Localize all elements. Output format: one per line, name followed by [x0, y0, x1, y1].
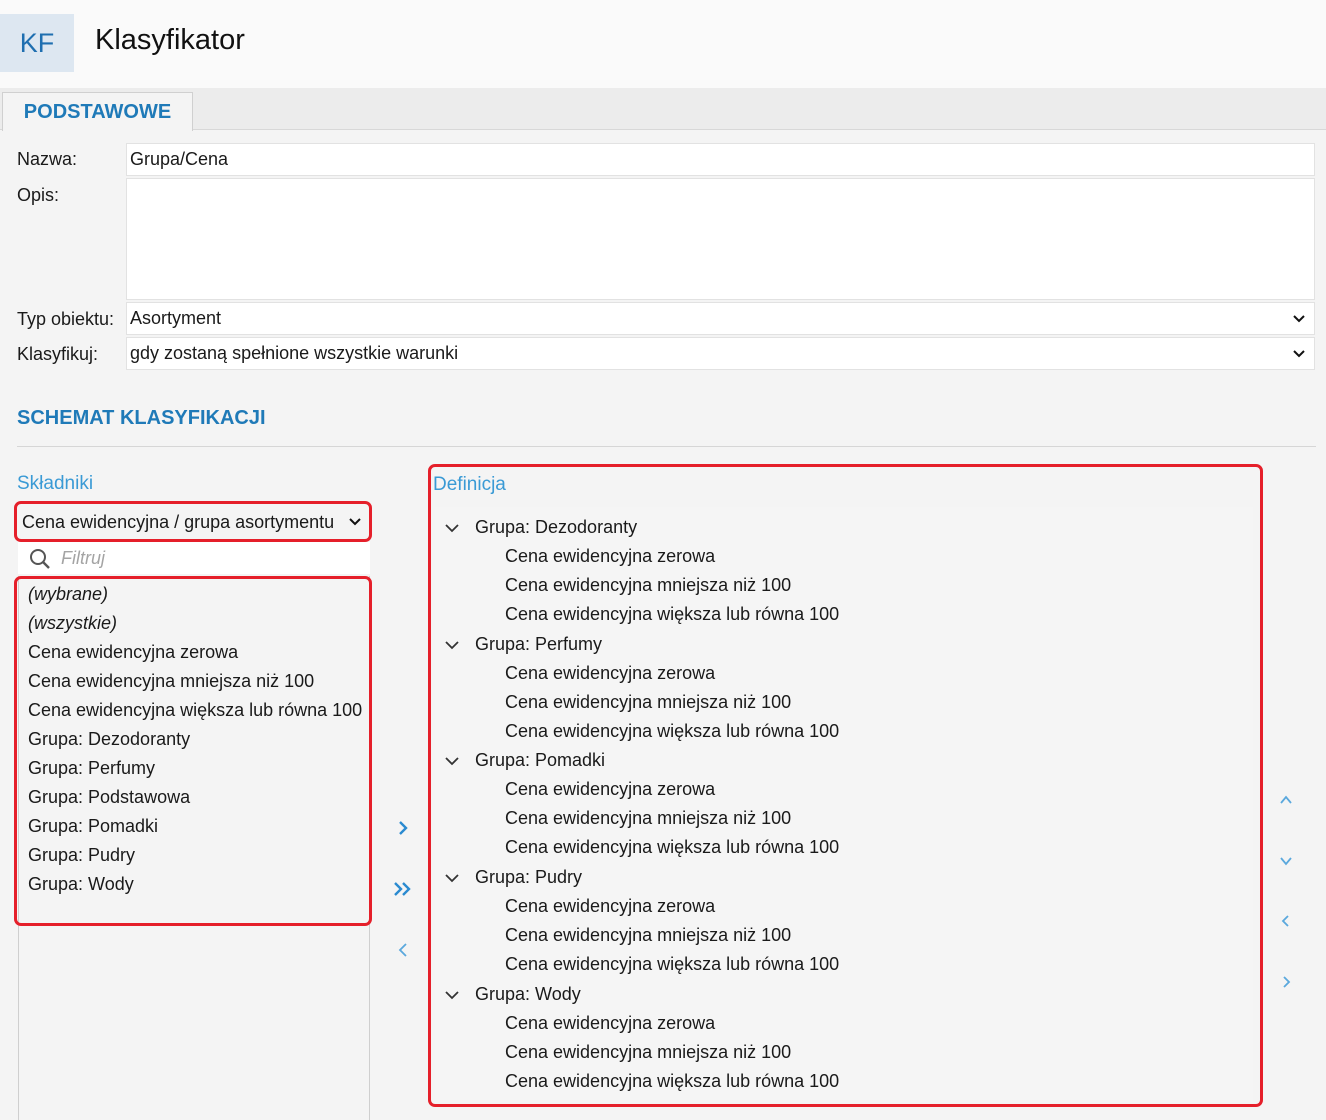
tab-podstawowe[interactable]: PODSTAWOWE — [2, 92, 193, 131]
klasyfikuj-label: Klasyfikuj: — [17, 344, 99, 364]
opis-textarea[interactable] — [126, 178, 1315, 300]
section-title: SCHEMAT KLASYFIKACJI — [17, 407, 266, 429]
move-down-button[interactable] — [1278, 854, 1294, 868]
components-label: Składniki — [17, 473, 94, 494]
typ-obiektu-value: Asortyment — [130, 308, 222, 328]
add-all-button[interactable] — [392, 880, 414, 898]
move-up-button[interactable] — [1278, 793, 1294, 807]
opis-label: Opis: — [17, 185, 60, 205]
highlight-box — [428, 464, 1263, 1107]
typ-obiektu-select[interactable]: Asortyment — [126, 302, 1315, 335]
remove-button[interactable] — [396, 941, 410, 959]
chevron-down-icon — [1293, 349, 1305, 357]
klasyfikuj-select[interactable]: gdy zostaną spełnione wszystkie warunki — [126, 337, 1315, 370]
title-bar: KF Klasyfikator — [0, 0, 1326, 88]
filter-input[interactable]: Filtruj — [18, 542, 370, 574]
typ-obiektu-label: Typ obiektu: — [17, 309, 115, 329]
filter-placeholder: Filtruj — [61, 548, 105, 568]
outdent-button[interactable] — [1278, 913, 1294, 929]
indent-button[interactable] — [1278, 974, 1294, 990]
nazwa-value: Grupa/Cena — [130, 149, 229, 169]
tab-strip: PODSTAWOWE — [0, 88, 1326, 131]
add-button[interactable] — [396, 819, 410, 837]
nazwa-label: Nazwa: — [17, 149, 78, 169]
section-divider — [17, 446, 1316, 447]
nazwa-input[interactable]: Grupa/Cena — [126, 143, 1315, 176]
klasyfikuj-value: gdy zostaną spełnione wszystkie warunki — [130, 343, 459, 363]
highlight-box — [14, 576, 372, 926]
app-badge: KF — [0, 14, 74, 72]
search-icon — [30, 549, 50, 569]
highlight-box — [14, 501, 372, 542]
app-title: Klasyfikator — [95, 24, 245, 56]
chevron-down-icon — [1293, 314, 1305, 322]
